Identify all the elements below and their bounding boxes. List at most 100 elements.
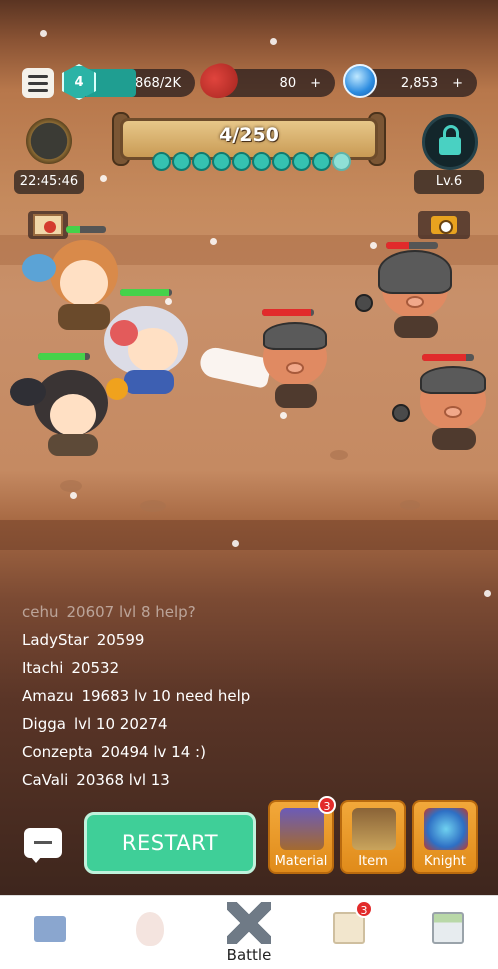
snow-flake	[270, 38, 277, 45]
pebble	[140, 500, 166, 512]
boss-lock-button[interactable]	[422, 114, 478, 170]
enemy-wave-icon	[332, 152, 351, 171]
chat-text: 19683 lv 10 need help	[81, 687, 251, 705]
chat-message: CaVali 20368 lvl 13	[22, 766, 482, 794]
pet-bird	[22, 254, 56, 282]
enemy-snout	[286, 362, 304, 374]
snow-flake	[70, 492, 77, 499]
chat-text: lvl 10 20274	[73, 715, 168, 733]
chat-text: 20494 lv 14 :)	[100, 743, 206, 761]
enemy-health-bar	[422, 354, 474, 361]
meat-add-button[interactable]: +	[310, 76, 321, 91]
enemy-health-bar	[262, 309, 314, 316]
nav-egg[interactable]	[100, 896, 200, 969]
hero-body	[124, 370, 174, 394]
crossed-swords-icon	[227, 902, 271, 944]
enemy-orc-1[interactable]	[255, 318, 335, 410]
snow-flake	[210, 238, 217, 245]
heart-icon	[110, 320, 138, 346]
egg-icon	[136, 912, 164, 946]
knight-label: Knight	[424, 854, 466, 869]
snow-flake	[484, 590, 491, 597]
hero-health-bar	[38, 353, 90, 360]
chat-text: 20532	[71, 659, 120, 677]
chat-message: LadyStar 20599	[22, 626, 482, 654]
snow-flake	[232, 540, 239, 547]
quest-badge: 3	[355, 900, 373, 918]
nav-town[interactable]	[398, 896, 498, 969]
restart-button[interactable]: RESTART	[84, 812, 256, 874]
sword-icon	[352, 808, 396, 850]
bottom-nav: Battle 3	[0, 895, 498, 969]
enemy-body	[432, 428, 476, 450]
chat-message: Conzepta 20494 lv 14 :)	[22, 738, 482, 766]
pebble	[400, 500, 420, 510]
hero-face	[50, 394, 96, 436]
enemy-body	[394, 316, 438, 338]
chat-username[interactable]: Itachi	[22, 659, 63, 677]
nav-inventory[interactable]	[0, 896, 100, 969]
chat-username[interactable]: LadyStar	[22, 631, 89, 649]
enemy-wave-icon	[232, 152, 251, 171]
xp-value: 868/2K	[135, 75, 181, 91]
pet-cat	[10, 378, 46, 406]
enemy-health-bar	[386, 242, 438, 249]
chat-text: 20368 lvl 13	[76, 771, 170, 789]
material-label: Material	[274, 854, 328, 869]
snow-flake	[370, 242, 377, 249]
chat-text: 20599	[96, 631, 145, 649]
pebble	[60, 480, 82, 492]
chat-message: Amazu 19683 lv 10 need help	[22, 682, 482, 710]
lantern-icon	[106, 378, 128, 400]
enemy-helmet	[378, 250, 452, 294]
snow-flake	[40, 30, 47, 37]
pebble	[330, 450, 348, 460]
hero-body	[48, 434, 98, 456]
menu-button[interactable]	[22, 68, 54, 98]
stage-level: Lv.6	[414, 170, 484, 194]
stopwatch-icon[interactable]	[26, 118, 72, 164]
chat-log: cehu 20607 lvl 8 help? LadyStar 20599 Itachi…	[22, 598, 482, 794]
enemy-orc-3[interactable]	[410, 362, 498, 452]
enemy-wave-icon	[192, 152, 211, 171]
chat-username[interactable]: CaVali	[22, 771, 68, 789]
enemy-wave-icon	[152, 152, 171, 171]
enemy-wave-icon	[272, 152, 291, 171]
potion-add-button[interactable]: +	[452, 76, 463, 91]
enemy-orc-2[interactable]	[372, 250, 462, 340]
mace-icon	[355, 294, 373, 312]
meat-value: 80	[279, 75, 297, 91]
chat-message: Digga lvl 10 20274	[22, 710, 482, 738]
enemy-wave-icon	[292, 152, 311, 171]
chat-username[interactable]: Conzepta	[22, 743, 93, 761]
enemy-snout	[444, 406, 462, 418]
enemy-wave-icon	[252, 152, 271, 171]
timer-display: 22:45:46	[14, 170, 84, 194]
screenshot-button[interactable]	[418, 211, 470, 239]
chat-username[interactable]: Digga	[22, 715, 66, 733]
enemy-wave-icon	[172, 152, 191, 171]
knight-shop-button[interactable]: Knight	[412, 800, 478, 874]
chat-button[interactable]	[24, 828, 62, 863]
nav-quests[interactable]: 3	[299, 896, 399, 969]
hero-dark-hair[interactable]	[20, 362, 128, 462]
ground-texture	[0, 520, 498, 550]
enemy-body	[275, 384, 317, 408]
enemy-helmet	[263, 322, 327, 350]
material-chest-icon	[280, 808, 324, 850]
chat-username[interactable]: Amazu	[22, 687, 73, 705]
nav-battle[interactable]: Battle	[199, 896, 299, 969]
wave-progress: 4/250	[219, 124, 279, 146]
snow-flake	[280, 412, 287, 419]
chat-message: cehu 20607 lvl 8 help?	[22, 598, 482, 626]
item-label: Item	[358, 854, 388, 869]
chat-username[interactable]: cehu	[22, 603, 59, 621]
shield-icon	[424, 808, 468, 850]
battle-field: 868/2K 4 80 + 2,853 + 22:45:46 4/250 Lv.…	[0, 0, 498, 895]
potion-icon	[343, 64, 377, 98]
item-shop-button[interactable]: Item	[340, 800, 406, 874]
mace-icon	[392, 404, 410, 422]
chat-message: Itachi 20532	[22, 654, 482, 682]
enemy-wave-icons	[152, 152, 351, 171]
snow-flake	[100, 175, 107, 182]
